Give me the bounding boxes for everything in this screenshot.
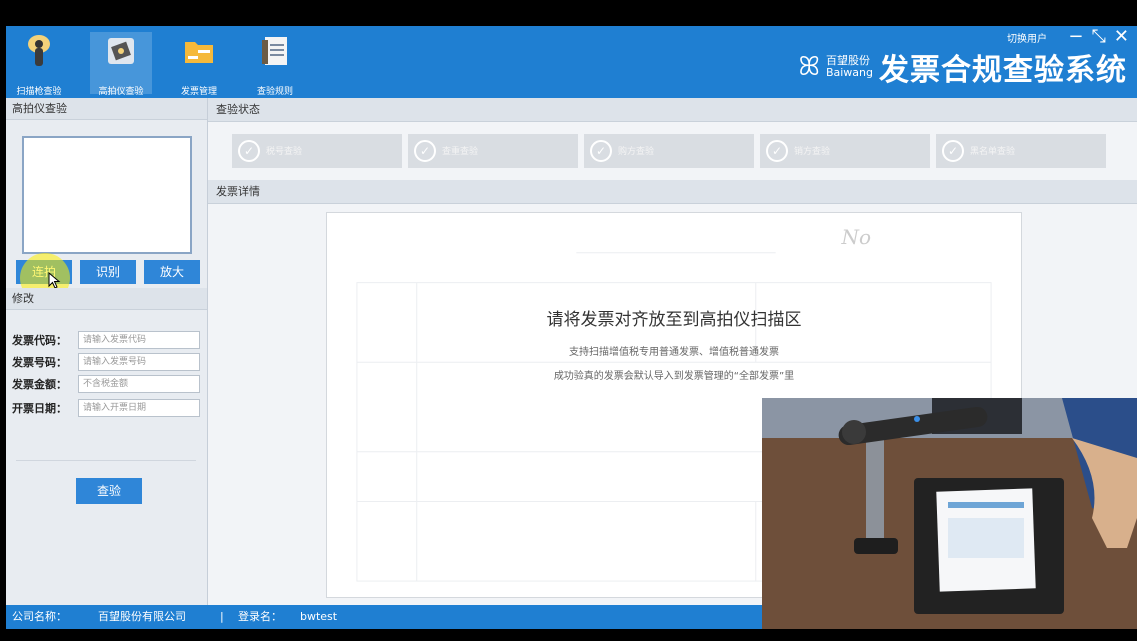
invoice-code-input[interactable]: 请输入发票代码 [78,331,200,349]
edit-section-title: 修改 [6,288,207,310]
brand-name-en: Baiwang [825,66,873,79]
step-tax-id-check: ✓ 税号查验 [232,134,402,168]
step-label: 黑名单查验 [970,147,1016,157]
step-duplicate-check: ✓ 查重查验 [408,134,578,168]
baiwang-logo-icon: ꕤ [798,51,820,82]
title-bar: 扫描枪查验 高拍仪查验 发票管理 查验规则 切换用户 − ⤡ ✕ ꕤ 百望股份 … [6,26,1137,98]
sidebar-section-title: 高拍仪查验 [6,98,207,120]
sidebar: 高拍仪查验 连拍 识别 放大 修改 发票代码： 请输入发票代码 发票号码： 请输… [6,98,208,605]
check-button[interactable]: 查验 [76,478,142,504]
toolbar-label: 发票管理 [180,87,217,97]
step-label: 税号查验 [266,147,303,157]
document-camera-icon [108,38,134,64]
step-label: 销方查验 [794,147,831,157]
toolbar-check-rules[interactable]: 查验规则 [244,32,306,97]
app-window: 扫描枪查验 高拍仪查验 发票管理 查验规则 切换用户 − ⤡ ✕ ꕤ 百望股份 … [0,0,1137,641]
brand-area: ꕤ 百望股份 Baiwang 发票合规查验系统 [798,44,1127,90]
invoice-code-label: 发票代码： [12,334,67,347]
switch-user-link[interactable]: 切换用户 [1007,30,1047,45]
document-camera-photo [762,398,1137,629]
zoom-button[interactable]: 放大 [144,260,200,284]
invoice-amount-row: 发票金额： 不含税金额 [12,374,200,394]
invoice-details-title: 发票详情 [208,180,1137,204]
check-status-title: 查验状态 [208,98,1137,122]
invoice-no-mark: No [841,225,871,249]
toolbar-label: 高拍仪查验 [98,87,144,97]
step-label: 查重查验 [442,147,479,157]
camera-preview [22,136,192,254]
invoice-code-row: 发票代码： 请输入发票代码 [12,330,200,350]
recognize-button[interactable]: 识别 [80,260,136,284]
login-label: 登录名： [238,610,282,623]
folder-icon [185,42,213,63]
status-separator: | [220,610,224,623]
document-rules-icon [262,37,287,65]
toolbar-label: 扫描枪查验 [16,87,62,97]
invoice-amount-input[interactable]: 不含税金额 [78,375,200,393]
camera-photo-illustration [762,398,1137,629]
invoice-number-row: 发票号码： 请输入发票号码 [12,352,200,372]
invoice-number-input[interactable]: 请输入发票号码 [78,353,200,371]
company-value: 百望股份有限公司 [98,610,186,623]
toolbar-document-camera-check[interactable]: 高拍仪查验 [90,32,152,97]
invoice-date-row: 开票日期： 请输入开票日期 [12,398,200,418]
instruction-line-2: 成功验真的发票会默认导入到发票管理的“全部发票”里 [553,371,795,382]
check-circle-icon: ✓ [766,140,788,162]
check-circle-icon: ✓ [238,140,260,162]
brand-name: 百望股份 Baiwang [826,55,873,79]
check-circle-icon: ✓ [590,140,612,162]
step-blacklist-check: ✓ 黑名单查验 [936,134,1106,168]
step-seller-check: ✓ 销方查验 [760,134,930,168]
invoice-number-label: 发票号码： [12,356,67,369]
toolbar-invoice-management[interactable]: 发票管理 [168,32,230,97]
check-steps: ✓ 税号查验 ✓ 查重查验 ✓ 购方查验 ✓ 销方查验 ✓ 黑名单查验 [232,134,1112,168]
check-circle-icon: ✓ [414,140,436,162]
toolbar-scanner-gun-check[interactable]: 扫描枪查验 [8,32,70,97]
check-circle-icon: ✓ [942,140,964,162]
step-label: 购方查验 [618,147,655,157]
instruction-title: 请将发票对齐放至到高拍仪扫描区 [546,310,802,330]
company-label: 公司名称： [12,610,67,623]
toolbar-label: 查验规则 [256,87,293,97]
instruction-line-1: 支持扫描增值税专用普通发票、增值税普通发票 [569,347,779,358]
step-buyer-check: ✓ 购方查验 [584,134,754,168]
invoice-amount-label: 发票金额： [12,378,67,391]
login-value: bwtest [300,610,338,623]
invoice-date-label: 开票日期： [12,402,67,415]
divider [16,460,196,461]
scanner-gun-icon [28,35,50,66]
invoice-date-input[interactable]: 请输入开票日期 [78,399,200,417]
app-title: 发票合规查验系统 [879,53,1127,88]
